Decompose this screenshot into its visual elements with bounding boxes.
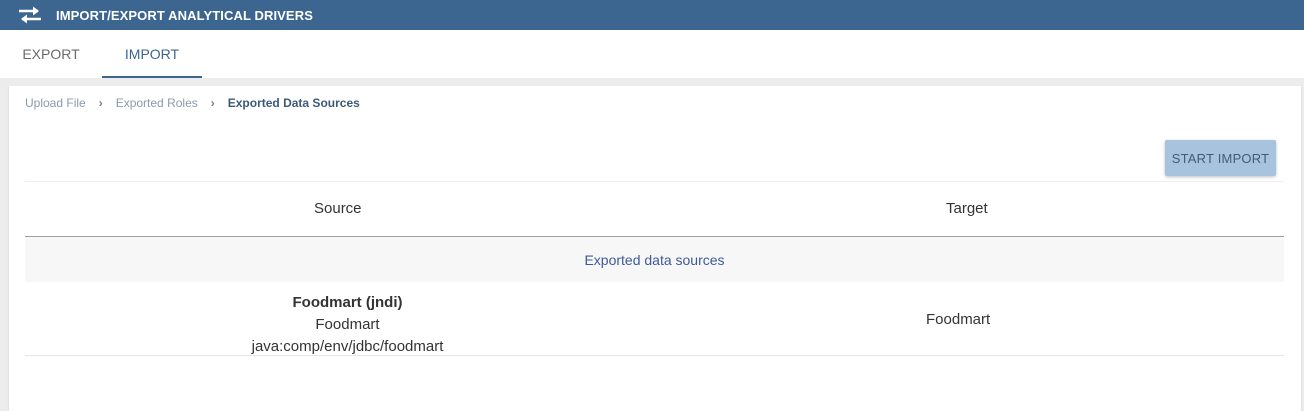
start-import-button[interactable]: START IMPORT (1165, 140, 1276, 176)
active-tab-indicator (102, 76, 202, 78)
table-row: Foodmart (jndi) Foodmart java:comp/env/j… (25, 282, 1284, 356)
target-cell[interactable]: Foodmart (670, 282, 1284, 356)
source-label: Foodmart (315, 316, 380, 333)
breadcrumb-upload-file[interactable]: Upload File (25, 96, 86, 110)
page-title: IMPORT/EXPORT ANALYTICAL DRIVERS (56, 7, 313, 23)
source-name: Foodmart (jndi) (292, 294, 403, 311)
chevron-right-icon: › (210, 96, 215, 110)
breadcrumb-exported-data-sources[interactable]: Exported Data Sources (228, 96, 360, 110)
tab-export[interactable]: EXPORT (0, 30, 102, 78)
divider (25, 181, 1284, 182)
tab-import[interactable]: IMPORT (102, 30, 202, 78)
chevron-right-icon: › (98, 96, 103, 110)
column-header-source: Source (314, 200, 362, 217)
tab-export-label: EXPORT (22, 46, 80, 62)
breadcrumb: Upload File › Exported Roles › Exported … (25, 94, 360, 112)
import-panel: Upload File › Exported Roles › Exported … (9, 86, 1301, 411)
group-row-exported-data-sources: Exported data sources (25, 237, 1284, 282)
app-header: IMPORT/EXPORT ANALYTICAL DRIVERS (0, 0, 1304, 30)
tab-bar: EXPORT IMPORT (0, 30, 1304, 78)
column-header-target: Target (946, 200, 988, 217)
swap-arrows-icon (16, 5, 44, 25)
group-label: Exported data sources (584, 251, 725, 268)
breadcrumb-exported-roles[interactable]: Exported Roles (116, 96, 198, 110)
source-jndi: java:comp/env/jdbc/foodmart (251, 338, 444, 355)
target-value: Foodmart (926, 310, 991, 328)
source-cell: Foodmart (jndi) Foodmart java:comp/env/j… (25, 292, 670, 358)
tab-import-label: IMPORT (124, 46, 180, 62)
